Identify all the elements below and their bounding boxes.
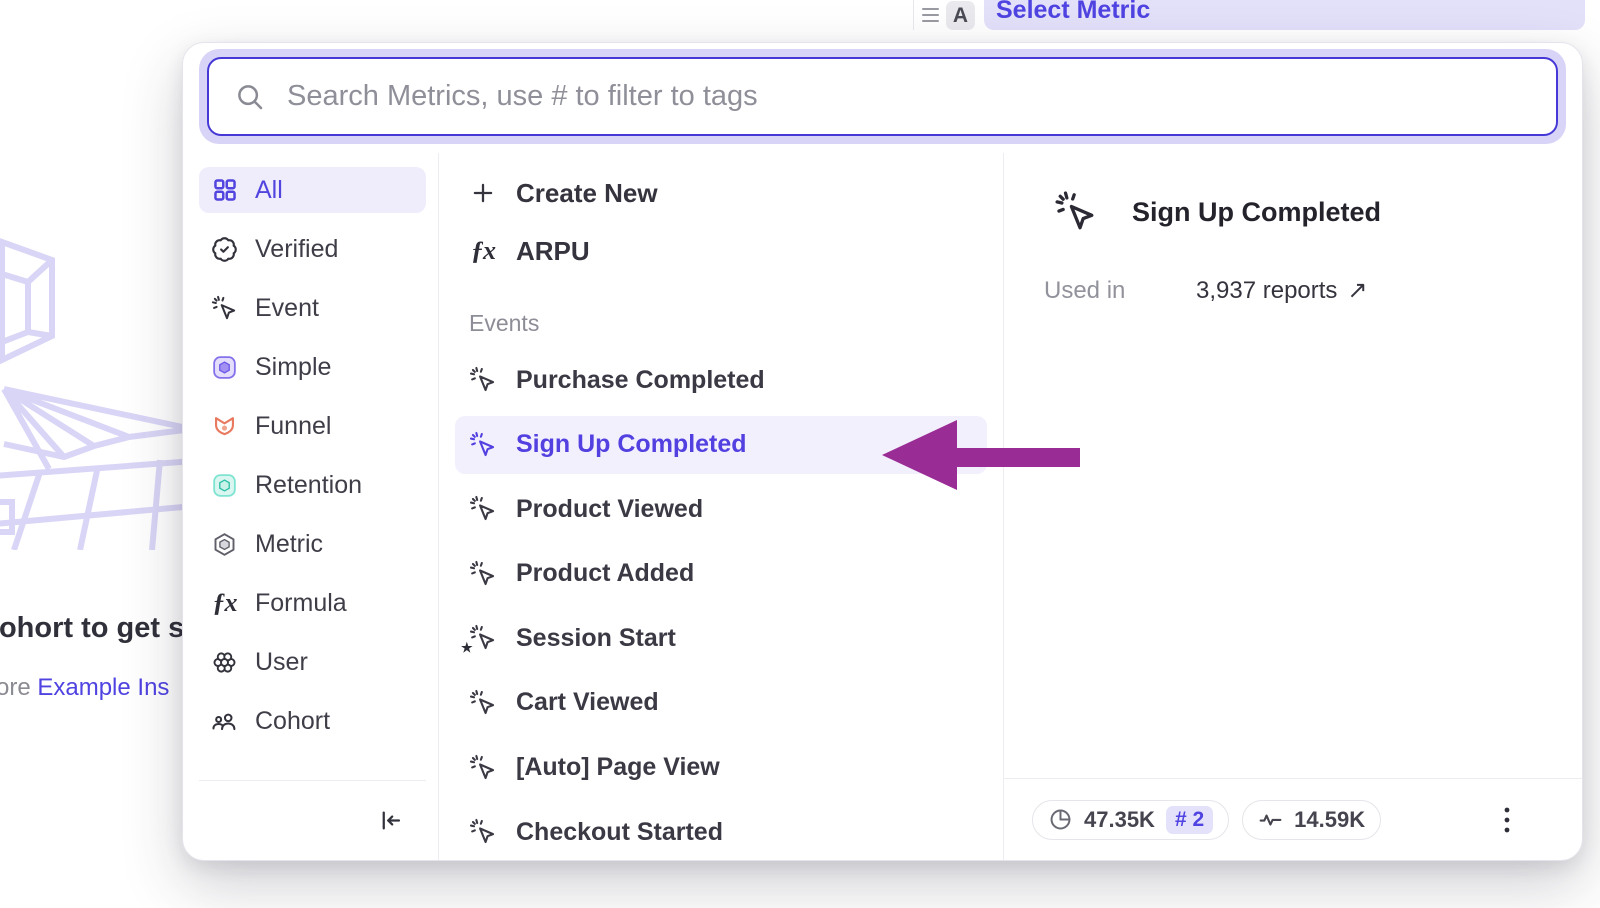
used-in-value: 3,937 reports bbox=[1196, 277, 1337, 305]
list-item-label: Cart Viewed bbox=[516, 688, 659, 717]
pie-chart-icon bbox=[1048, 807, 1073, 832]
used-in-row: Used in 3,937 reports ↗ bbox=[1004, 276, 1582, 305]
formula-fx-icon: ƒx bbox=[211, 590, 238, 617]
event-cursor-icon bbox=[469, 754, 497, 782]
event-cursor-icon bbox=[469, 689, 497, 717]
detail-title: Sign Up Completed bbox=[1132, 197, 1381, 228]
sidebar-item-user[interactable]: User bbox=[199, 639, 426, 685]
metric-hexagon-icon bbox=[211, 531, 238, 558]
more-options-kebab-icon[interactable] bbox=[1498, 805, 1516, 835]
list-item-purchase-completed[interactable]: Purchase Completed bbox=[455, 351, 987, 409]
drag-handle-icon[interactable] bbox=[922, 8, 939, 22]
funnel-icon bbox=[211, 413, 238, 440]
sidebar-item-label: Funnel bbox=[255, 412, 331, 441]
events-section-label: Events bbox=[455, 281, 987, 351]
user-cluster-icon bbox=[211, 649, 238, 676]
list-item-label: Purchase Completed bbox=[516, 366, 765, 395]
metric-detail-panel: Sign Up Completed Used in 3,937 reports … bbox=[1004, 153, 1582, 860]
search-icon bbox=[235, 82, 265, 112]
collapse-left-icon[interactable] bbox=[377, 807, 404, 834]
metric-letter-badge: A bbox=[946, 1, 975, 30]
plus-icon bbox=[469, 179, 497, 207]
sidebar-item-label: All bbox=[255, 176, 283, 205]
sidebar-item-label: Retention bbox=[255, 471, 362, 500]
select-metric-label: Select Metric bbox=[996, 0, 1150, 25]
event-cursor-icon bbox=[469, 818, 497, 846]
annotation-arrow bbox=[872, 406, 1084, 498]
event-cursor-icon bbox=[1054, 190, 1098, 234]
list-item-arpu[interactable]: ƒx ARPU bbox=[455, 221, 987, 281]
stat-value: 14.59K bbox=[1294, 807, 1365, 833]
list-item-label: Sign Up Completed bbox=[516, 430, 747, 459]
event-cursor-icon bbox=[211, 295, 238, 322]
sidebar-item-simple[interactable]: Simple bbox=[199, 344, 426, 390]
select-metric-slot[interactable]: Select Metric bbox=[984, 0, 1585, 30]
category-sidebar: All Verified Event Simple Funnel Retenti… bbox=[183, 153, 439, 860]
list-item-checkout-started[interactable]: Checkout Started bbox=[455, 803, 987, 861]
sidebar-item-label: User bbox=[255, 648, 308, 677]
detail-footer: 47.35K # 2 14.59K bbox=[1004, 778, 1582, 860]
list-item-label: Product Viewed bbox=[516, 495, 703, 524]
event-cursor-icon bbox=[469, 560, 497, 588]
sidebar-item-funnel[interactable]: Funnel bbox=[199, 403, 426, 449]
used-in-label: Used in bbox=[1044, 277, 1196, 305]
list-item-label: Checkout Started bbox=[516, 818, 723, 847]
sidebar-item-event[interactable]: Event bbox=[199, 285, 426, 331]
search-box[interactable] bbox=[207, 57, 1558, 136]
retention-icon bbox=[211, 472, 238, 499]
create-new-button[interactable]: Create New bbox=[455, 165, 987, 221]
search-input[interactable] bbox=[287, 80, 1530, 113]
sidebar-item-verified[interactable]: Verified bbox=[199, 226, 426, 272]
help-line-prefix: ore bbox=[0, 674, 37, 701]
sidebar-item-label: Cohort bbox=[255, 707, 330, 736]
wireframe-illustration bbox=[0, 214, 200, 550]
create-new-label: Create New bbox=[516, 178, 658, 209]
sidebar-footer bbox=[199, 780, 426, 860]
underlying-help-line: ore Example Ins bbox=[0, 674, 169, 702]
detail-header: Sign Up Completed bbox=[1004, 153, 1582, 234]
simple-hexagon-icon bbox=[211, 354, 238, 381]
event-cursor-icon bbox=[469, 366, 497, 394]
sidebar-item-label: Simple bbox=[255, 353, 331, 382]
metric-list: Create New ƒx ARPU Events Purchase Compl… bbox=[439, 153, 1004, 860]
list-item-cart-viewed[interactable]: Cart Viewed bbox=[455, 674, 987, 732]
event-cursor-icon bbox=[469, 431, 497, 459]
event-cursor-icon bbox=[469, 495, 497, 523]
sidebar-item-label: Formula bbox=[255, 589, 347, 618]
event-cursor-starred-icon: ★ bbox=[469, 624, 497, 652]
underlying-report-row: A Select Metric bbox=[0, 0, 1600, 32]
sidebar-item-label: Verified bbox=[255, 235, 338, 264]
verified-badge-icon bbox=[211, 236, 238, 263]
list-item-product-added[interactable]: Product Added bbox=[455, 545, 987, 603]
sidebar-item-label: Event bbox=[255, 294, 319, 323]
list-item-auto-page-view[interactable]: [Auto] Page View bbox=[455, 739, 987, 797]
sidebar-item-label: Metric bbox=[255, 530, 323, 559]
report-count-pill[interactable]: 47.35K # 2 bbox=[1032, 800, 1229, 840]
sidebar-item-all[interactable]: All bbox=[199, 167, 426, 213]
sidebar-item-retention[interactable]: Retention bbox=[199, 462, 426, 508]
grid-icon bbox=[211, 177, 238, 204]
list-item-session-start[interactable]: ★ Session Start bbox=[455, 609, 987, 667]
sidebar-item-cohort[interactable]: Cohort bbox=[199, 698, 426, 744]
rank-badge: # 2 bbox=[1166, 806, 1213, 834]
volume-pill[interactable]: 14.59K bbox=[1242, 800, 1381, 840]
list-item-label: [Auto] Page View bbox=[516, 753, 720, 782]
search-focus-ring bbox=[199, 49, 1566, 144]
sidebar-item-metric[interactable]: Metric bbox=[199, 521, 426, 567]
cohort-people-icon bbox=[211, 708, 238, 735]
activity-pulse-icon bbox=[1258, 807, 1283, 832]
stat-value: 47.35K bbox=[1084, 807, 1155, 833]
panel-divider bbox=[913, 0, 914, 30]
north-east-arrow-icon: ↗ bbox=[1347, 276, 1367, 305]
sidebar-item-formula[interactable]: ƒx Formula bbox=[199, 580, 426, 626]
list-item-label: ARPU bbox=[516, 236, 590, 267]
list-item-label: Product Added bbox=[516, 559, 694, 588]
used-in-reports-link[interactable]: 3,937 reports ↗ bbox=[1196, 276, 1368, 305]
list-item-label: Session Start bbox=[516, 624, 676, 653]
example-insights-link[interactable]: Example Ins bbox=[37, 674, 169, 701]
formula-fx-icon: ƒx bbox=[469, 237, 497, 265]
underlying-heading-fragment: Cohort to get s bbox=[0, 612, 184, 645]
